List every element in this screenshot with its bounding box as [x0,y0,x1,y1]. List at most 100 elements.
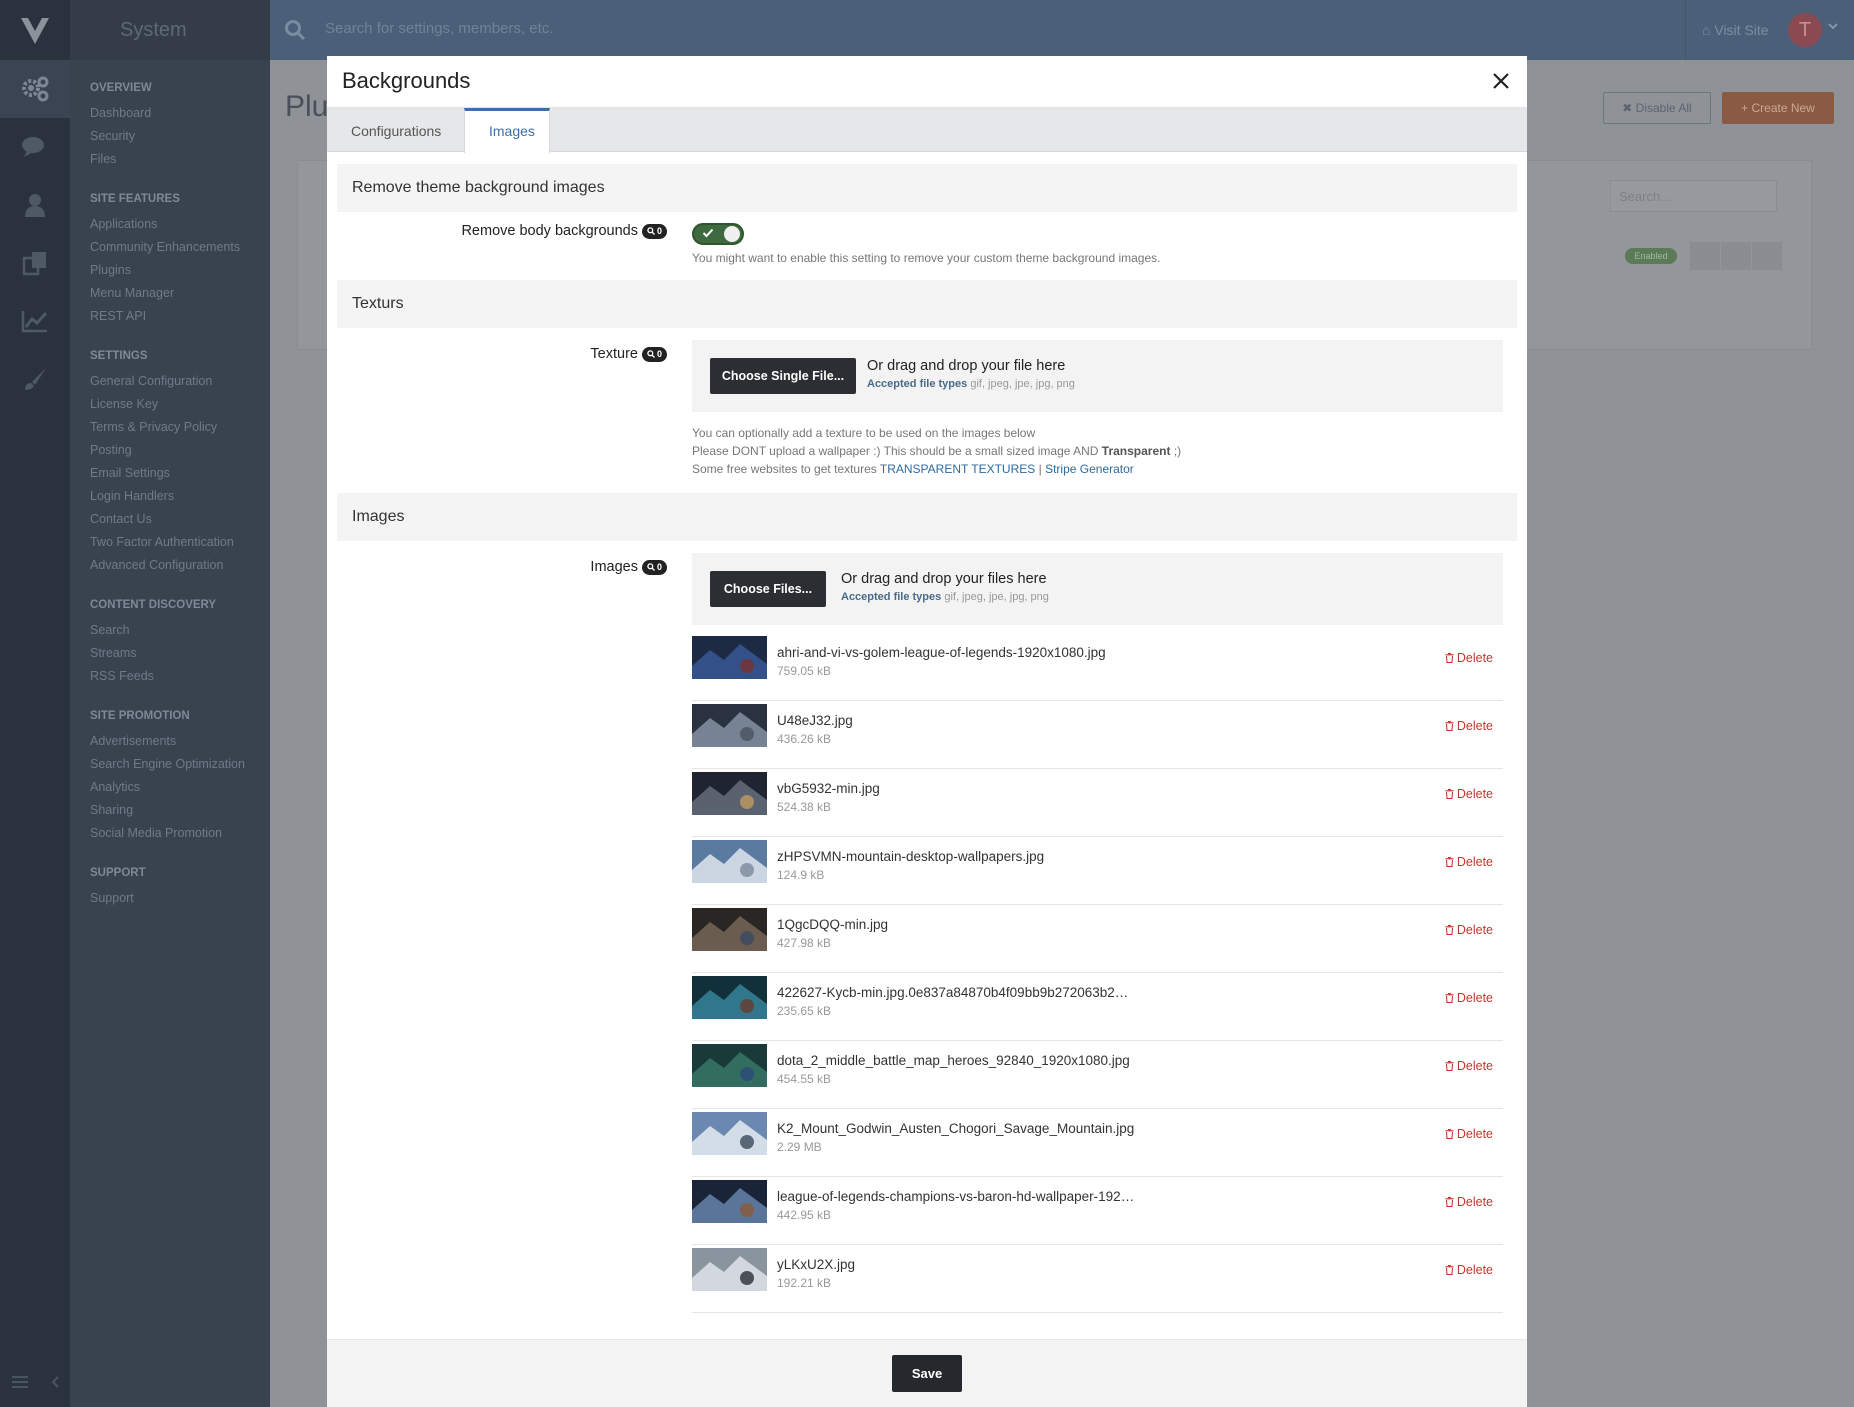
sidebar-item[interactable]: Menu Manager [90,282,270,305]
app-logo[interactable] [0,0,70,60]
page-title: Plu [285,90,329,123]
sidebar-item[interactable]: Two Factor Authentication [90,531,270,554]
delete-file-button[interactable]: Delete [1445,1195,1493,1209]
delete-file-button[interactable]: Delete [1445,719,1493,733]
image-thumbnail [692,976,767,1019]
images-row: Images 0 Choose Files... Or drag and dro… [337,541,1517,1321]
sidebar-item[interactable]: Search [90,619,270,642]
nav-section: Content Discovery Search Streams RSS Feeds [70,599,270,688]
chat-icon[interactable] [0,118,70,176]
visit-site-label: Visit Site [1714,22,1769,38]
trash-icon [1445,721,1454,731]
sidebar-item[interactable]: Sharing [90,799,270,822]
nav-section-heading: Overview [90,82,152,94]
texture-row: Texture 0 Choose Single File... Or drag … [337,328,1517,493]
sidebar-item[interactable]: Dashboard [90,102,270,125]
delete-file-button[interactable]: Delete [1445,1059,1493,1073]
brush-icon[interactable] [0,350,70,408]
upload-button[interactable] [1721,242,1751,270]
delete-file-button[interactable]: Delete [1445,923,1493,937]
file-name: U48eJ32.jpg [777,713,853,728]
status-badge: Enabled [1625,248,1677,264]
file-row: U48eJ32.jpg 436.26 kB Delete [692,701,1503,769]
file-row: dota_2_middle_battle_map_heroes_92840_19… [692,1041,1503,1109]
remove-body-backgrounds-label: Remove body backgrounds 0 [461,223,667,239]
file-name: 422627-Kycb-min.jpg.0e837a84870b4f09bb9b… [777,985,1129,1000]
save-button[interactable]: Save [892,1355,962,1392]
create-new-button[interactable]: + Create New [1722,92,1834,124]
remove-backgrounds-toggle[interactable] [692,223,744,245]
row-actions[interactable] [1690,242,1788,270]
sidebar-item[interactable]: Community Enhancements [90,236,270,259]
nav-section: Settings General Configuration License Key… [70,350,270,577]
sidebar-item[interactable]: Contact Us [90,508,270,531]
settings-sidebar: System Overview Dashboard Security Files Sit… [70,0,270,1407]
sidebar-item[interactable]: REST API [90,305,270,328]
search-count-badge[interactable]: 0 [641,223,667,239]
search-count-badge[interactable]: 0 [641,346,667,362]
sidebar-item[interactable]: Email Settings [90,462,270,485]
chevron-down-icon[interactable] [1828,22,1838,30]
sidebar-item[interactable]: Streams [90,642,270,665]
texture-dropzone[interactable]: Choose Single File... Or drag and drop y… [692,340,1503,412]
trash-icon [1445,925,1454,935]
close-icon[interactable] [1489,69,1513,93]
images-accepted-types: Accepted file types gif, jpeg, jpe, jpg,… [841,591,1049,603]
sidebar-item[interactable]: Advertisements [90,730,270,753]
section-remove-heading: Remove theme background images [337,164,1517,212]
sidebar-item[interactable]: Support [90,887,270,910]
sidebar-item[interactable]: RSS Feeds [90,665,270,688]
choose-files-button[interactable]: Choose Files... [710,571,826,607]
modal-tabs: Configurations Images [327,108,1527,153]
delete-file-button[interactable]: Delete [1445,1263,1493,1277]
chart-icon[interactable] [0,292,70,350]
search-count-badge[interactable]: 0 [641,559,667,575]
image-thumbnail [692,772,767,815]
images-dropzone[interactable]: Choose Files... Or drag and drop your fi… [692,553,1503,625]
sidebar-item[interactable]: Social Media Promotion [90,822,270,845]
section-textures-heading: Texturs [337,280,1517,328]
file-row: league-of-legends-champions-vs-baron-hd-… [692,1177,1503,1245]
avatar[interactable]: T [1788,13,1822,47]
tab-images[interactable]: Images [464,108,550,153]
disable-all-button[interactable]: ✖ Disable All [1603,92,1711,124]
collapse-sidebar-control[interactable] [0,1357,70,1407]
sidebar-item[interactable]: Analytics [90,776,270,799]
stripe-generator-link[interactable]: Stripe Generator [1045,462,1134,476]
delete-file-button[interactable]: Delete [1445,787,1493,801]
sidebar-item[interactable]: Terms & Privacy Policy [90,416,270,439]
file-size: 124.9 kB [777,868,825,882]
file-row: K2_Mount_Godwin_Austen_Chogori_Savage_Mo… [692,1109,1503,1177]
delete-file-button[interactable]: Delete [1445,1127,1493,1141]
sidebar-item[interactable]: Posting [90,439,270,462]
table-search-input[interactable]: Search... [1610,180,1777,212]
delete-file-button[interactable]: Delete [1445,991,1493,1005]
edit-button[interactable] [1690,242,1720,270]
gears-icon[interactable] [0,60,70,118]
search-icon [647,350,655,358]
sidebar-item[interactable]: Login Handlers [90,485,270,508]
file-name: K2_Mount_Godwin_Austen_Chogori_Savage_Mo… [777,1121,1135,1136]
transparent-textures-link[interactable]: TRANSPARENT TEXTURES [880,462,1035,476]
visit-site-link[interactable]: ⌂ Visit Site [1685,0,1775,60]
choose-single-file-button[interactable]: Choose Single File... [710,358,856,394]
trash-icon [1445,789,1454,799]
file-name: 1QgcDQQ-min.jpg [777,917,889,932]
delete-file-button[interactable]: Delete [1445,855,1493,869]
top-bar: Search for settings, members, etc. ⌂ Vis… [270,0,1854,60]
sidebar-item[interactable]: License Key [90,393,270,416]
more-button[interactable] [1752,242,1782,270]
sidebar-item[interactable]: Files [90,148,270,171]
sidebar-item[interactable]: Search Engine Optimization [90,753,270,776]
sidebar-item[interactable]: Advanced Configuration [90,554,270,577]
sidebar-item[interactable]: General Configuration [90,370,270,393]
sidebar-item[interactable]: Plugins [90,259,270,282]
copy-icon[interactable] [0,234,70,292]
tab-configurations[interactable]: Configurations [327,108,464,152]
sidebar-item[interactable]: Security [90,125,270,148]
file-size: 235.65 kB [777,1004,832,1018]
user-icon[interactable] [0,176,70,234]
global-search-input[interactable]: Search for settings, members, etc. [325,20,553,37]
delete-file-button[interactable]: Delete [1445,651,1493,665]
sidebar-item[interactable]: Applications [90,213,270,236]
